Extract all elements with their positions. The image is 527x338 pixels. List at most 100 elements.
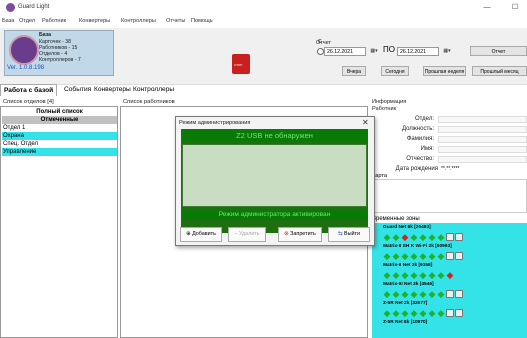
zone-name: Guard Net 8k [20483] [383, 225, 431, 230]
zones-header: Временные зоны [372, 216, 420, 222]
stats-controllers: Контроллеров - 7 [39, 57, 81, 63]
delete-button[interactable]: − Удалить [228, 227, 266, 242]
zone-state-green-icon[interactable]: ◆ [392, 309, 400, 318]
zone-state-square[interactable] [455, 309, 463, 317]
zone-state-green-icon[interactable]: ◆ [428, 233, 436, 242]
field-patronymic [438, 156, 527, 163]
zone-state-green-icon[interactable]: ◆ [437, 290, 445, 299]
dept-full-list[interactable]: Полный список [2, 108, 117, 116]
zone-state-red-icon[interactable]: ◆ [446, 271, 454, 280]
zone-state-green-icon[interactable]: ◆ [401, 271, 409, 280]
zones-panel: Guard Net 8k [20483] ◆ ◆ ◆ ◆ ◆ ◆ ◆ Matrix-II EH … [372, 223, 527, 338]
zone-state-green-icon[interactable]: ◆ [410, 309, 418, 318]
zone-name: Matrix-II EH K Wi-Fi 2k [50993] [383, 244, 452, 249]
today-button[interactable]: Сегодня [381, 66, 409, 76]
field-firstname [438, 146, 527, 153]
from-radio[interactable] [317, 48, 324, 55]
tab-controllers[interactable]: Контроллеры [130, 84, 177, 95]
dept-item[interactable]: Охрана [2, 132, 117, 140]
close-icon[interactable]: ✕ [362, 118, 369, 127]
zone-state-square[interactable] [446, 233, 454, 241]
yesterday-button[interactable]: Вчера [342, 66, 366, 76]
zone-state-red-icon[interactable]: ◆ [401, 233, 409, 242]
stats-title: База [39, 32, 52, 38]
zone-state-green-icon[interactable]: ◆ [383, 290, 391, 299]
menu-bar: База Отдел Работник Конвертеры Контролле… [0, 17, 527, 27]
from-date-input[interactable]: 26.12.2021 [324, 47, 366, 56]
zone-state-square[interactable] [446, 252, 454, 260]
zone-state-green-icon[interactable]: ◆ [419, 309, 427, 318]
zone-state-green-icon[interactable]: ◆ [401, 252, 409, 261]
dept-item[interactable]: Управление [2, 148, 117, 156]
zone-state-square[interactable] [446, 309, 454, 317]
menu-item-converters[interactable]: Конвертеры [79, 18, 110, 24]
block-button[interactable]: ⊗ Запретить [278, 227, 322, 242]
main-tabs: Работа с базой События Конвертеры Контро… [0, 84, 527, 96]
exit-button[interactable]: ⇆ Выйти [328, 227, 370, 242]
tab-events[interactable]: События [61, 84, 94, 95]
field-birthdate: **.**.**** [441, 166, 460, 172]
zone-state-green-icon[interactable]: ◆ [428, 290, 436, 299]
zone-state-green-icon[interactable]: ◆ [410, 252, 418, 261]
zone-state-green-icon[interactable]: ◆ [437, 252, 445, 261]
zone-state-green-icon[interactable]: ◆ [401, 309, 409, 318]
zone-state-square[interactable] [455, 290, 463, 298]
minimize-button[interactable]: — [482, 3, 492, 12]
zone-state-green-icon[interactable]: ◆ [437, 309, 445, 318]
zone-state-square[interactable] [446, 290, 454, 298]
zone-state-green-icon[interactable]: ◆ [383, 233, 391, 242]
zone-state-green-icon[interactable]: ◆ [401, 290, 409, 299]
admin-status-banner: Режим администратора активирован [182, 210, 367, 220]
info-header: Информация [372, 99, 407, 105]
from-date-dropdown[interactable]: ▦▾ [368, 47, 380, 56]
zone-name: Matrix-III Net 2k [4546] [383, 282, 434, 287]
dept-list: Полный список Отмеченные Отдел 1 Охрана … [0, 106, 118, 338]
zone-state-green-icon[interactable]: ◆ [383, 252, 391, 261]
window-title: Guard Light [18, 4, 50, 10]
to-date-input[interactable]: 26.12.2021 [397, 47, 439, 56]
dept-item[interactable]: Отдел 1 [2, 124, 117, 132]
zone-state-green-icon[interactable]: ◆ [419, 271, 427, 280]
report-button[interactable]: Отчет [470, 46, 527, 56]
zone-state-green-icon[interactable]: ◆ [410, 233, 418, 242]
menu-item-base[interactable]: База [2, 18, 14, 24]
zone-state-green-icon[interactable]: ◆ [419, 290, 427, 299]
menu-item-help[interactable]: Помощь [191, 18, 213, 24]
zone-state-green-icon[interactable]: ◆ [392, 233, 400, 242]
zone-state-green-icon[interactable]: ◆ [428, 271, 436, 280]
info-sub-header: Работник [372, 106, 397, 112]
zone-state-green-icon[interactable]: ◆ [392, 290, 400, 299]
zone-state-green-icon[interactable]: ◆ [437, 233, 445, 242]
tab-converters[interactable]: Конвертеры [91, 84, 134, 95]
zone-state-green-icon[interactable]: ◆ [419, 233, 427, 242]
menu-item-reports[interactable]: Отчеты [166, 18, 185, 24]
last-month-button[interactable]: Прошлый месяц [472, 66, 527, 76]
field-label-firstname: Имя: [420, 146, 434, 152]
menu-item-controllers[interactable]: Контроллеры [121, 18, 156, 24]
to-date-dropdown[interactable]: ▦▾ [441, 47, 453, 56]
tab-database[interactable]: Работа с базой [0, 84, 58, 96]
zone-state-green-icon[interactable]: ◆ [383, 271, 391, 280]
dept-marked[interactable]: Отмеченные [2, 116, 117, 124]
guard-logo-icon [9, 35, 39, 65]
add-button[interactable]: ⊕ Добавить [180, 227, 222, 242]
zone-state-green-icon[interactable]: ◆ [392, 271, 400, 280]
menu-item-dept[interactable]: Отдел [19, 18, 35, 24]
maximize-button[interactable]: ☐ [510, 3, 520, 12]
zone-state-green-icon[interactable]: ◆ [392, 252, 400, 261]
menu-item-worker[interactable]: Работник [42, 18, 66, 24]
zone-state-green-icon[interactable]: ◆ [428, 252, 436, 261]
admin-mode-dialog: Режим администрирования ✕ Z2 USB не обна… [175, 116, 375, 246]
zone-state-green-icon[interactable]: ◆ [410, 271, 418, 280]
last-week-button[interactable]: Прошлая неделя [423, 66, 466, 76]
zone-state-green-icon[interactable]: ◆ [419, 252, 427, 261]
zone-state-green-icon[interactable]: ◆ [410, 290, 418, 299]
field-label-patronymic: Отчество: [406, 156, 434, 162]
zone-state-square[interactable] [455, 252, 463, 260]
dialog-content-area [182, 144, 367, 207]
zone-state-green-icon[interactable]: ◆ [383, 309, 391, 318]
dept-item[interactable]: Спец. Отдел [2, 140, 117, 148]
zone-state-green-icon[interactable]: ◆ [428, 309, 436, 318]
zone-state-green-icon[interactable]: ◆ [437, 271, 445, 280]
zone-state-square[interactable] [455, 233, 463, 241]
